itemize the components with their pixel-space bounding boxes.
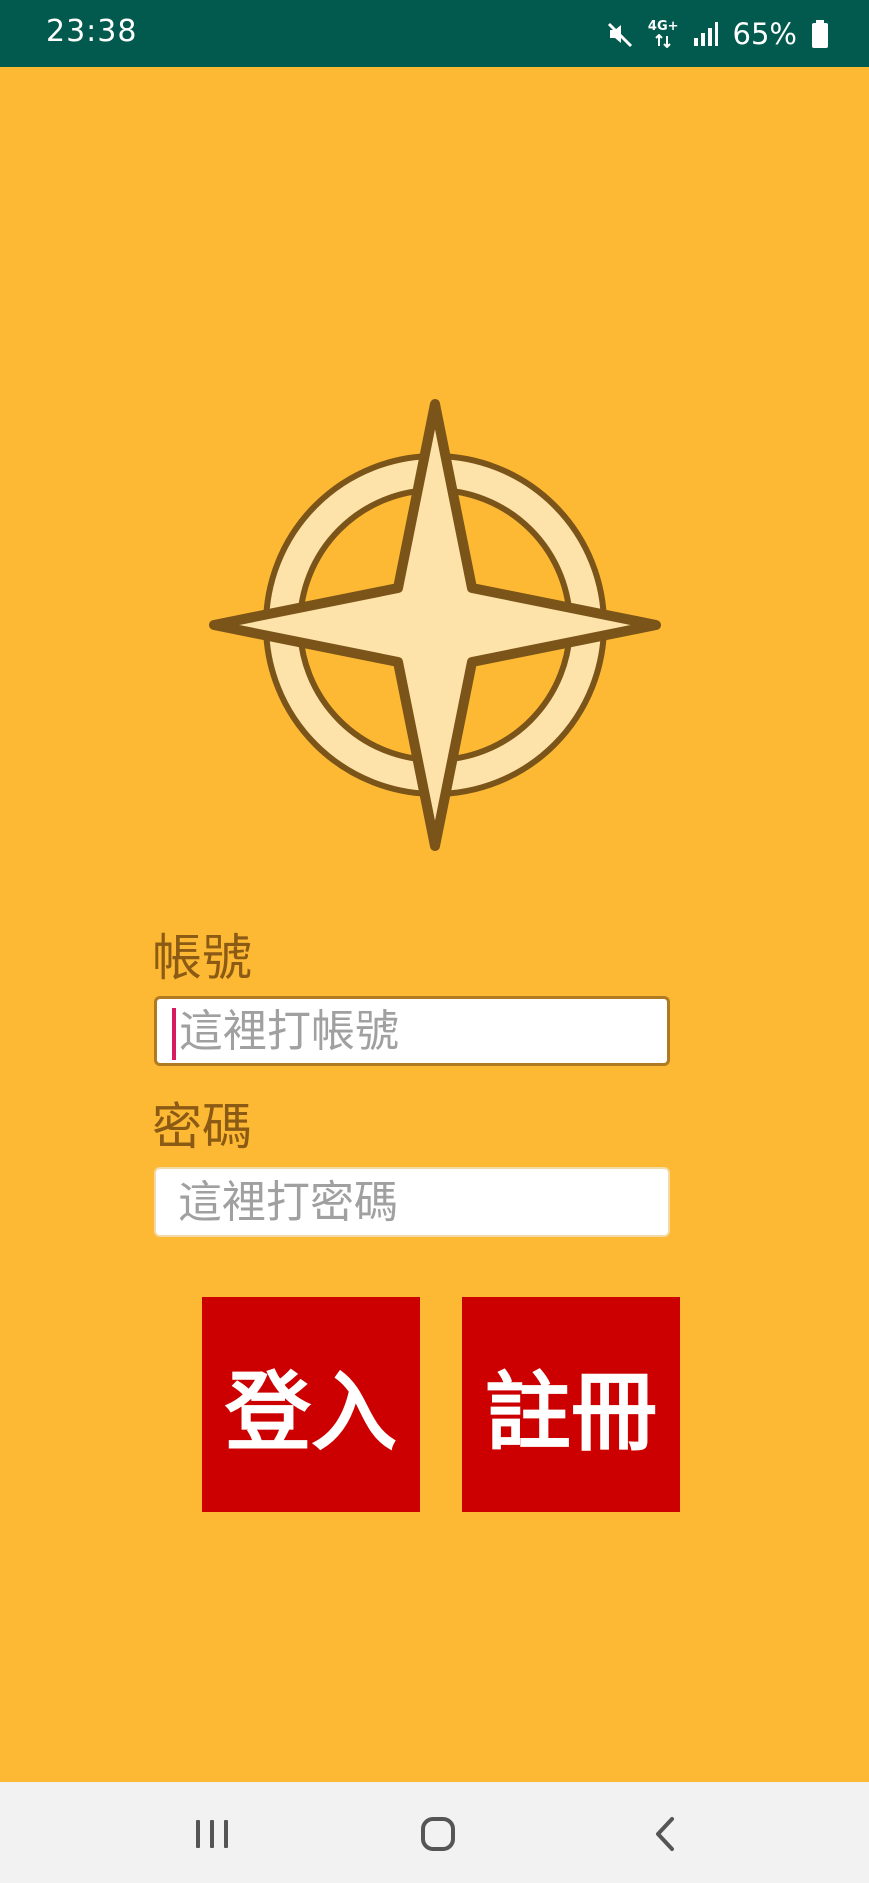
account-input[interactable] [157,999,667,1063]
signal-icon [693,21,719,47]
status-icons: 4G+ 65% [606,0,829,67]
status-time: 23:38 [46,14,138,49]
password-label: 密碼 [152,1098,252,1156]
text-cursor [172,1008,176,1060]
password-input[interactable] [156,1169,668,1235]
battery-icon [811,19,829,49]
login-button[interactable]: 登入 [202,1297,420,1512]
register-button[interactable]: 註冊 [462,1297,680,1512]
account-field-box [154,996,670,1066]
status-bar: 23:38 4G+ 65% [0,0,869,67]
password-field-box [154,1167,670,1237]
home-icon[interactable] [408,1804,468,1864]
recents-icon[interactable] [182,1804,242,1864]
network-label: 4G+ [647,18,679,34]
network-4g-icon: 4G+ [647,18,679,48]
account-label: 帳號 [152,929,252,987]
compass-star-icon [200,390,670,860]
navigation-bar [0,1782,869,1883]
mute-icon [606,20,634,48]
battery-percent: 65% [732,16,797,51]
back-icon[interactable] [636,1804,696,1864]
